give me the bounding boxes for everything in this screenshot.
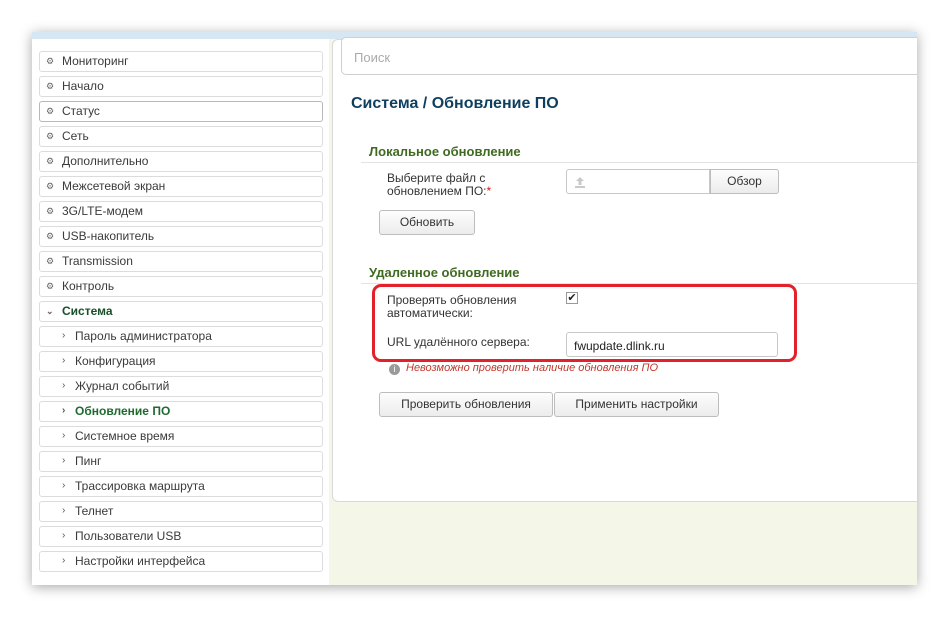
sidebar-item-usb-storage[interactable]: ⚙ USB-накопитель bbox=[39, 226, 323, 247]
sidebar-item-label: Система bbox=[62, 304, 113, 318]
sidebar-item-start[interactable]: ⚙ Начало bbox=[39, 76, 323, 97]
sidebar-item-label: Телнет bbox=[75, 504, 114, 518]
remote-update-title: Удаленное обновление bbox=[369, 265, 520, 280]
update-button[interactable]: Обновить bbox=[379, 210, 475, 235]
sidebar-item-status[interactable]: ⚙ Статус bbox=[39, 101, 323, 122]
warning-text: Невозможно проверить наличие обновления … bbox=[406, 362, 659, 374]
router-web-ui: ⚙ Мониторинг ⚙ Начало ⚙ Статус ⚙ Сеть ⚙ Допол… bbox=[32, 32, 917, 585]
sidebar-item-transmission[interactable]: ⚙ Transmission bbox=[39, 251, 323, 272]
gear-icon: ⚙ bbox=[46, 131, 55, 141]
page-title: Система / Обновление ПО bbox=[351, 95, 559, 113]
gear-icon: ⚙ bbox=[46, 206, 55, 216]
sidebar-subitem-usb-users[interactable]: › Пользователи USB bbox=[39, 526, 323, 547]
sidebar-item-label: 3G/LTE-модем bbox=[62, 204, 144, 218]
sidebar-item-label: Статус bbox=[62, 104, 100, 118]
file-input[interactable] bbox=[566, 169, 710, 194]
sidebar-item-label: Пароль администратора bbox=[75, 329, 212, 343]
sidebar-subitem-telnet[interactable]: › Телнет bbox=[39, 501, 323, 522]
chevron-right-icon: › bbox=[62, 330, 66, 341]
sidebar: ⚙ Мониторинг ⚙ Начало ⚙ Статус ⚙ Сеть ⚙ Допол… bbox=[32, 39, 329, 585]
chevron-right-icon: › bbox=[62, 430, 66, 441]
required-mark: * bbox=[486, 184, 492, 198]
gear-icon: ⚙ bbox=[46, 81, 55, 91]
info-icon: i bbox=[389, 364, 400, 375]
browse-button[interactable]: Обзор bbox=[710, 169, 779, 194]
highlight-annotation bbox=[372, 284, 797, 362]
sidebar-subitem-ping[interactable]: › Пинг bbox=[39, 451, 323, 472]
sidebar-item-label: Пинг bbox=[75, 454, 102, 468]
gear-icon: ⚙ bbox=[46, 256, 55, 266]
sidebar-subitem-system-time[interactable]: › Системное время bbox=[39, 426, 323, 447]
sidebar-item-label: Transmission bbox=[62, 254, 133, 268]
sidebar-item-label: Межсетевой экран bbox=[62, 179, 166, 193]
warning-message: i Невозможно проверить наличие обновления… bbox=[389, 362, 658, 375]
sidebar-item-label: Контроль bbox=[62, 279, 115, 293]
file-label-line1: Выберите файл с bbox=[387, 171, 486, 185]
divider bbox=[361, 162, 917, 163]
chevron-right-icon: › bbox=[62, 355, 66, 366]
gear-icon: ⚙ bbox=[46, 281, 55, 291]
sidebar-item-3g-lte-modem[interactable]: ⚙ 3G/LTE-модем bbox=[39, 201, 323, 222]
file-label: Выберите файл с обновлением ПО:* bbox=[387, 172, 491, 198]
sidebar-item-system[interactable]: ⌄ Система bbox=[39, 301, 323, 322]
sidebar-subitem-traceroute[interactable]: › Трассировка маршрута bbox=[39, 476, 323, 497]
sidebar-item-label: Конфигурация bbox=[75, 354, 156, 368]
chevron-right-icon: › bbox=[62, 505, 66, 516]
upload-icon bbox=[575, 177, 585, 188]
local-update-title: Локальное обновление bbox=[369, 144, 521, 159]
chevron-right-icon: › bbox=[62, 555, 66, 566]
sidebar-item-label: Мониторинг bbox=[62, 54, 129, 68]
breadcrumb-section[interactable]: Система bbox=[351, 95, 418, 112]
sidebar-item-label: USB-накопитель bbox=[62, 229, 155, 243]
apply-settings-button[interactable]: Применить настройки bbox=[554, 392, 719, 417]
chevron-right-icon: › bbox=[62, 405, 66, 416]
sidebar-subitem-admin-password[interactable]: › Пароль администратора bbox=[39, 326, 323, 347]
sidebar-subitem-configuration[interactable]: › Конфигурация bbox=[39, 351, 323, 372]
gear-icon: ⚙ bbox=[46, 106, 55, 116]
sidebar-subitem-event-log[interactable]: › Журнал событий bbox=[39, 376, 323, 397]
sidebar-item-label: Дополнительно bbox=[62, 154, 149, 168]
gear-icon: ⚙ bbox=[46, 231, 55, 241]
sidebar-item-label: Пользователи USB bbox=[75, 529, 182, 543]
sidebar-item-label: Системное время bbox=[75, 429, 175, 443]
chevron-down-icon: ⌄ bbox=[46, 306, 54, 316]
sidebar-item-network[interactable]: ⚙ Сеть bbox=[39, 126, 323, 147]
sidebar-subitem-interface-settings[interactable]: › Настройки интерфейса bbox=[39, 551, 323, 572]
sidebar-item-label: Трассировка маршрута bbox=[75, 479, 205, 493]
gear-icon: ⚙ bbox=[46, 56, 55, 66]
sidebar-subitem-firmware-update[interactable]: › Обновление ПО bbox=[39, 401, 323, 422]
chevron-right-icon: › bbox=[62, 480, 66, 491]
file-label-line2: обновлением ПО: bbox=[387, 184, 487, 198]
sidebar-item-monitoring[interactable]: ⚙ Мониторинг bbox=[39, 51, 323, 72]
breadcrumb-separator: / bbox=[422, 95, 428, 112]
sidebar-item-advanced[interactable]: ⚙ Дополнительно bbox=[39, 151, 323, 172]
search-input[interactable]: Поиск bbox=[341, 37, 917, 75]
sidebar-item-label: Настройки интерфейса bbox=[75, 554, 206, 568]
sidebar-item-firewall[interactable]: ⚙ Межсетевой экран bbox=[39, 176, 323, 197]
sidebar-item-label: Начало bbox=[62, 79, 104, 93]
sidebar-item-control[interactable]: ⚙ Контроль bbox=[39, 276, 323, 297]
breadcrumb-page: Обновление ПО bbox=[431, 95, 559, 112]
check-updates-button[interactable]: Проверить обновления bbox=[379, 392, 553, 417]
chevron-right-icon: › bbox=[62, 380, 66, 391]
sidebar-item-label: Обновление ПО bbox=[75, 404, 171, 418]
chevron-right-icon: › bbox=[62, 530, 66, 541]
sidebar-item-label: Журнал событий bbox=[75, 379, 170, 393]
chevron-right-icon: › bbox=[62, 455, 66, 466]
gear-icon: ⚙ bbox=[46, 156, 55, 166]
gear-icon: ⚙ bbox=[46, 181, 55, 191]
sidebar-item-label: Сеть bbox=[62, 129, 89, 143]
content-panel: Поиск Система / Обновление ПО Локальное … bbox=[332, 37, 917, 502]
